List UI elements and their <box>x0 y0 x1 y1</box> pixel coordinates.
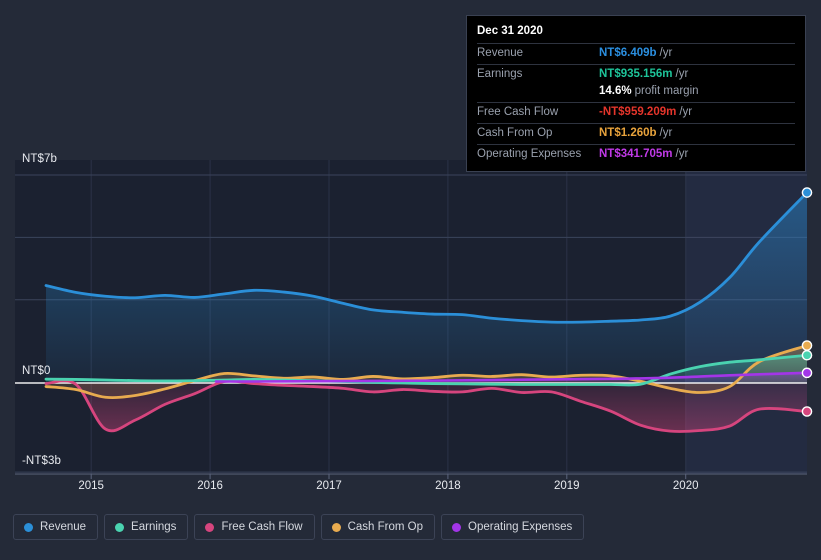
legend-item-operating-expenses[interactable]: Operating Expenses <box>441 514 585 540</box>
chart-tooltip: Dec 31 2020 Revenue NT$6.409b/yr Earnings N… <box>466 15 806 172</box>
legend-color-dot-icon <box>331 522 341 532</box>
legend-item-cash-from-op[interactable]: Cash From Op <box>320 514 436 540</box>
tooltip-row-unit: /yr <box>675 148 689 160</box>
chart-legend: Revenue Earnings Free Cash Flow Cash From O… <box>13 514 585 540</box>
tooltip-row: Revenue NT$6.409b/yr <box>477 43 795 64</box>
tooltip-row: Earnings NT$935.156m/yr <box>477 64 795 85</box>
tooltip-row: Free Cash Flow -NT$959.209m/yr <box>477 102 795 123</box>
endpoint-marker-earnings[interactable] <box>801 349 813 361</box>
tooltip-row-value: NT$341.705m/yr <box>599 148 689 160</box>
legend-item-free-cash-flow[interactable]: Free Cash Flow <box>194 514 315 540</box>
tooltip-row-unit: /yr <box>679 106 693 118</box>
tooltip-row-label: Cash From Op <box>477 127 553 139</box>
tooltip-row-unit: /yr <box>659 47 673 59</box>
tooltip-row-value: NT$1.260b/yr <box>599 127 673 139</box>
legend-color-dot-icon <box>452 522 462 532</box>
tooltip-row-unit: /yr <box>659 127 673 139</box>
legend-item-label: Revenue <box>40 521 87 533</box>
legend-item-earnings[interactable]: Earnings <box>104 514 189 540</box>
tooltip-row: 14.6% profit margin <box>477 85 795 102</box>
tooltip-row-label: Operating Expenses <box>477 148 582 160</box>
tooltip-row-value: 14.6% profit margin <box>599 85 699 97</box>
x-axis-tick-label: 2018 <box>435 480 461 492</box>
x-axis-tick-label: 2016 <box>197 480 223 492</box>
financial-chart-page: NT$7b NT$0 -NT$3b 2015 2016 2017 2018 2019 20… <box>0 0 821 560</box>
endpoint-marker-revenue[interactable] <box>801 187 813 198</box>
legend-color-dot-icon <box>115 522 125 532</box>
tooltip-row-value: -NT$959.209m/yr <box>599 106 693 118</box>
x-axis-tick-label: 2019 <box>554 480 580 492</box>
tooltip-row-unit: profit margin <box>634 85 699 97</box>
tooltip-row-value: NT$6.409b/yr <box>599 47 673 59</box>
tooltip-row-unit: /yr <box>675 68 689 80</box>
tooltip-row-value: NT$935.156m/yr <box>599 68 689 80</box>
tooltip-row: Cash From Op NT$1.260b/yr <box>477 123 795 144</box>
x-axis-tick-label: 2015 <box>78 480 104 492</box>
legend-item-label: Cash From Op <box>347 521 424 533</box>
legend-item-label: Free Cash Flow <box>221 521 303 533</box>
endpoint-marker-operating-expenses[interactable] <box>801 367 813 379</box>
tooltip-date-title: Dec 31 2020 <box>477 25 543 37</box>
legend-item-revenue[interactable]: Revenue <box>13 514 99 540</box>
endpoint-marker-free-cash-flow[interactable] <box>801 406 813 417</box>
x-axis-tick-label: 2020 <box>672 480 699 492</box>
tooltip-row: Operating Expenses NT$341.705m/yr <box>477 144 795 165</box>
tooltip-rows: Revenue NT$6.409b/yr Earnings NT$935.156m/y… <box>477 43 795 165</box>
legend-item-label: Operating Expenses <box>468 521 573 533</box>
endpoint-marker-cash-from-op[interactable] <box>801 340 813 351</box>
legend-item-label: Earnings <box>131 521 177 533</box>
tooltip-row-label: Revenue <box>477 47 524 59</box>
legend-color-dot-icon <box>24 522 33 532</box>
x-axis-tick-label: 2017 <box>316 480 342 492</box>
tooltip-row-label: Earnings <box>477 68 523 80</box>
tooltip-row-label: Free Cash Flow <box>477 106 559 118</box>
legend-color-dot-icon <box>205 522 215 532</box>
